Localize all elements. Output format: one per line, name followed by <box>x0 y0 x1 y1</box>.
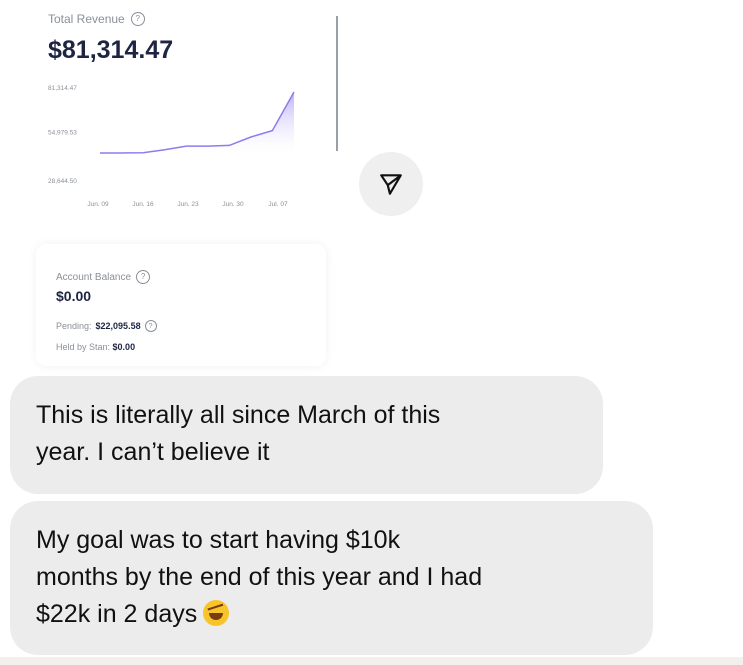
pending-value: $22,095.58 <box>95 321 141 331</box>
x-tick-label: Jun. 30 <box>222 201 244 208</box>
message-bubble[interactable]: This is literally all since March of thi… <box>10 376 603 494</box>
revenue-area <box>100 92 294 153</box>
message-bubble[interactable]: My goal was to start having $10k months … <box>10 501 653 655</box>
x-tick-label: Jul. 07 <box>268 201 288 208</box>
x-tick-label: Jun. 09 <box>87 201 109 208</box>
send-icon <box>380 174 402 195</box>
revenue-amount: $81,314.47 <box>48 36 174 64</box>
help-icon[interactable]: ? <box>130 12 145 26</box>
x-tick-label: Jun. 23 <box>177 201 199 208</box>
help-icon[interactable]: ? <box>136 270 151 284</box>
message-line: months by the end of this year and I had <box>36 563 483 591</box>
message-line: $22k in 2 days <box>36 596 653 633</box>
rolling-laughing-emoji-icon <box>203 600 230 626</box>
divider <box>336 16 338 151</box>
revenue-title: Total Revenue ? <box>48 12 145 26</box>
message-line: My goal was to start having $10k <box>36 526 401 554</box>
pending-row: Pending: $22,095.58 ? <box>56 320 157 332</box>
account-balance-card: Account Balance ? $0.00 Pending: $22,095… <box>36 244 326 366</box>
total-revenue-card: Total Revenue ? $81,314.47 81,314.47 54,9… <box>0 0 340 225</box>
revenue-chart: 81,314.47 54,979.53 28,644.50 Jun. 09 Jun. 1… <box>48 85 295 208</box>
send-button[interactable] <box>359 152 423 216</box>
message-line: This is literally all since March of thi… <box>36 401 441 429</box>
held-row: Held by Stan: $0.00 <box>56 342 136 352</box>
y-tick-label: 28,644.50 <box>48 178 77 185</box>
balance-amount: $0.00 <box>56 288 92 304</box>
message-line: year. I can’t believe it <box>36 438 270 466</box>
x-tick-label: Jun. 16 <box>132 201 154 208</box>
balance-title: Account Balance ? <box>56 270 151 284</box>
y-tick-label: 81,314.47 <box>48 85 77 92</box>
held-value: $0.00 <box>112 342 136 352</box>
bottom-edge <box>0 657 743 665</box>
y-tick-label: 54,979.53 <box>48 130 77 137</box>
help-icon[interactable]: ? <box>144 320 157 332</box>
